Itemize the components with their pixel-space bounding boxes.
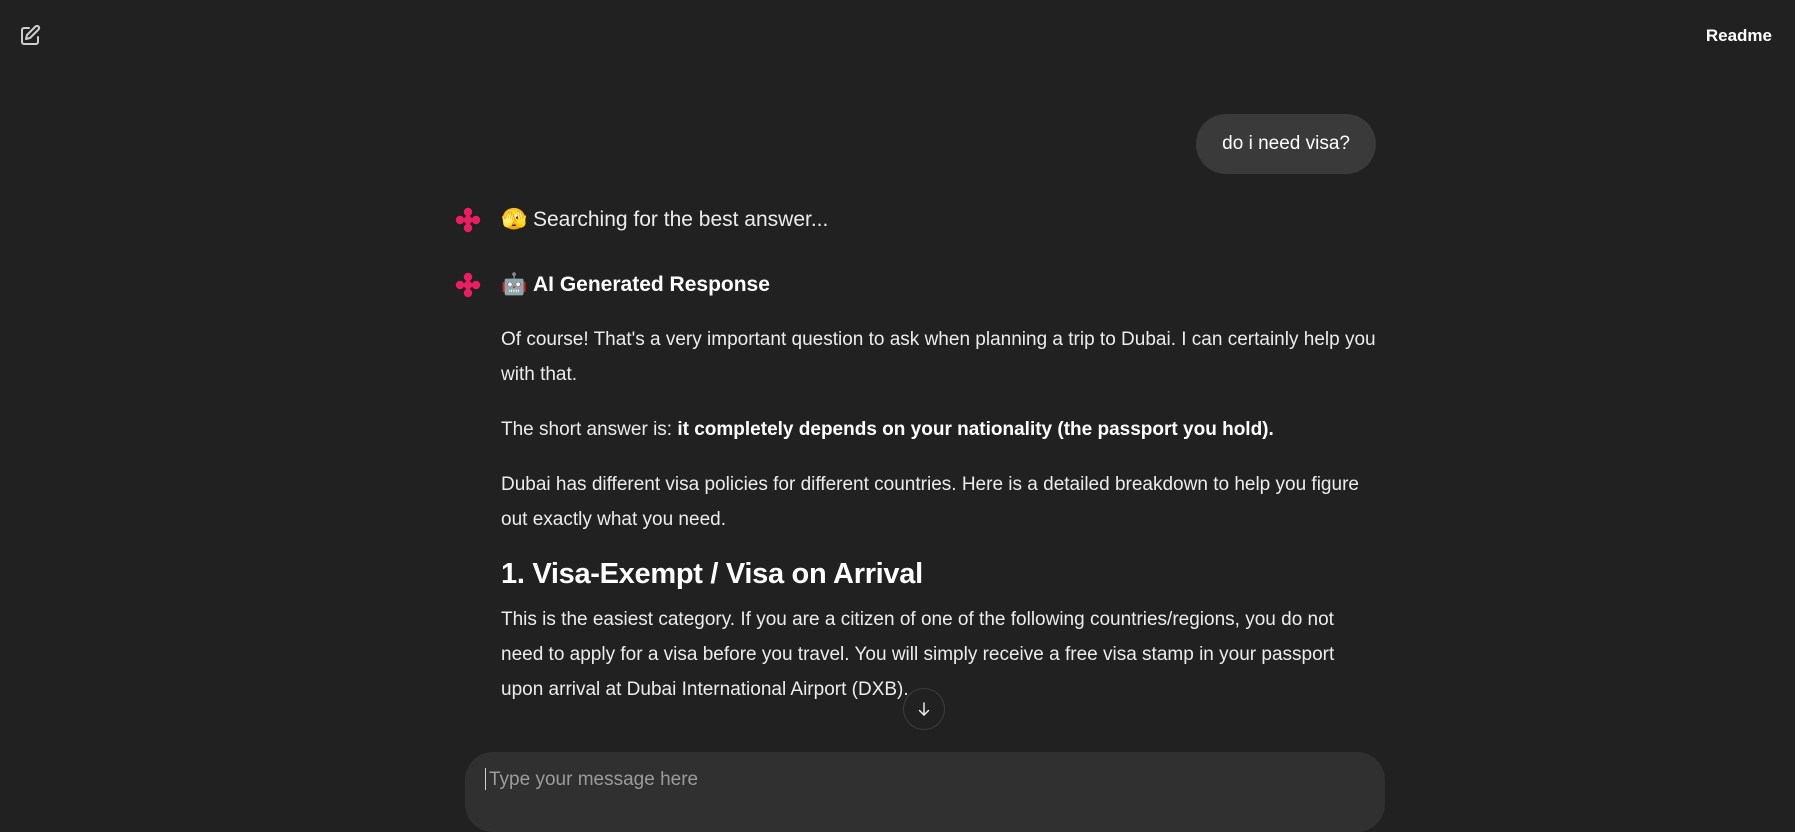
robot-emoji-icon: 🤖: [501, 273, 528, 296]
user-message-text: do i need visa?: [1222, 133, 1350, 154]
response-paragraph: Of course! That's a very important quest…: [501, 329, 1376, 385]
response-paragraph: Dubai has different visa policies for di…: [501, 474, 1359, 530]
message-composer: [465, 752, 1385, 832]
short-answer-prefix: The short answer is:: [501, 419, 678, 440]
response-header-row: 🤖 AI Generated Response: [455, 272, 770, 298]
text-caret: [485, 768, 486, 790]
pink-sparkle-logo-icon: [455, 207, 481, 233]
response-paragraph: The short answer is: it completely depen…: [501, 412, 1381, 447]
peeking-face-emoji-icon: 🫣: [501, 208, 528, 231]
edit-square-icon: [21, 24, 41, 45]
user-message-bubble: do i need visa?: [1196, 114, 1376, 174]
short-answer-bold: it completely depends on your nationalit…: [677, 419, 1274, 440]
scroll-to-bottom-button[interactable]: [903, 688, 945, 730]
response-body: Of course! That's a very important quest…: [501, 322, 1381, 727]
new-chat-button[interactable]: [16, 22, 44, 50]
response-title: AI Generated Response: [533, 273, 770, 296]
status-text: Searching for the best answer...: [533, 208, 829, 231]
response-paragraph: This is the easiest category. If you are…: [501, 609, 1335, 700]
arrow-down-icon: [918, 702, 930, 716]
pink-sparkle-logo-icon: [455, 272, 481, 298]
status-row: 🫣 Searching for the best answer...: [455, 207, 828, 233]
response-heading: 1. Visa-Exempt / Visa on Arrival: [501, 558, 923, 590]
top-bar: Readme: [0, 0, 1795, 70]
message-input[interactable]: [487, 768, 1351, 792]
readme-link[interactable]: Readme: [1706, 26, 1772, 46]
